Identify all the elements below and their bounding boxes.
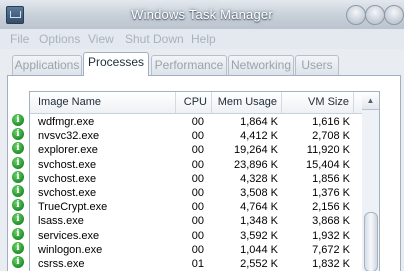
cell-mem: 3,508 K — [240, 187, 278, 199]
cell-mem: 2,552 K — [240, 258, 278, 270]
scroll-up-button[interactable]: ▲ — [362, 92, 379, 110]
close-button[interactable] — [384, 5, 404, 25]
cell-cpu: 00 — [191, 116, 204, 128]
cell-name: wdfmgr.exe — [38, 116, 95, 128]
process-info-icon: i — [12, 185, 24, 197]
column-header-vm-size[interactable]: VM Size — [282, 92, 354, 113]
column-header-image-name[interactable]: Image Name — [30, 92, 176, 113]
cell-vm: 2,708 K — [312, 130, 350, 143]
process-info-icon: i — [12, 213, 24, 226]
process-info-icon: i — [12, 241, 24, 254]
cell-vm: 1,856 K — [312, 172, 350, 185]
cell-name: explorer.exe — [38, 144, 98, 157]
cell-mem: 4,328 K — [240, 172, 278, 185]
process-list[interactable]: Image Name CPU Mem Usage VM Size wdfmgr.… — [29, 91, 364, 271]
cell-name: svchost.exe — [38, 172, 97, 185]
column-header-mem-usage[interactable]: Mem Usage — [212, 92, 282, 113]
table-row[interactable]: services.exe 00 3,592 K 1,932 K — [30, 229, 363, 243]
tab-applications[interactable]: Applications — [12, 55, 82, 75]
column-header-cpu[interactable]: CPU — [176, 92, 212, 113]
cell-cpu: 00 — [191, 158, 204, 171]
process-info-icon: i — [12, 128, 24, 141]
menu-file[interactable]: File — [10, 32, 29, 46]
cell-mem: 1,348 K — [240, 215, 278, 228]
cell-cpu: 00 — [191, 130, 204, 143]
cell-name: csrss.exe — [38, 258, 85, 270]
process-info-icon: i — [12, 170, 24, 183]
title-bar[interactable]: Windows Task Manager — [0, 0, 404, 30]
cell-vm: 7,672 K — [312, 243, 350, 256]
table-row[interactable]: explorer.exe 00 19,264 K 11,920 K — [30, 143, 363, 157]
cell-cpu: 00 — [191, 144, 204, 157]
cell-mem: 23,896 K — [233, 158, 278, 171]
table-row[interactable]: nvsvc32.exe 00 4,412 K 2,708 K — [30, 129, 363, 143]
vertical-scrollbar[interactable]: ▲ — [362, 91, 380, 271]
cell-cpu: 00 — [191, 187, 204, 199]
tab-networking[interactable]: Networking — [228, 55, 294, 75]
table-row[interactable]: TrueCrypt.exe 00 4,764 K 2,156 K — [30, 200, 363, 214]
cell-cpu: 00 — [191, 229, 204, 242]
process-info-icon: i — [12, 256, 24, 268]
cell-name: lsass.exe — [38, 215, 84, 228]
cell-vm: 11,920 K — [306, 144, 350, 157]
cell-vm: 3,868 K — [312, 215, 350, 228]
table-row[interactable]: wdfmgr.exe 00 1,864 K 1,616 K — [30, 115, 363, 129]
menu-options[interactable]: Options — [39, 32, 80, 46]
cell-name: svchost.exe — [38, 158, 97, 171]
cell-mem: 3,592 K — [240, 229, 278, 242]
cell-vm: 1,616 K — [312, 116, 350, 128]
cell-cpu: 00 — [191, 243, 204, 256]
menu-help[interactable]: Help — [191, 32, 216, 46]
cell-cpu: 00 — [191, 215, 204, 228]
cell-name: TrueCrypt.exe — [38, 201, 108, 214]
process-info-icon: i — [12, 114, 24, 126]
table-row[interactable]: winlogon.exe 00 1,044 K 7,672 K — [30, 243, 363, 257]
cell-cpu: 00 — [191, 201, 204, 214]
cell-name: winlogon.exe — [38, 243, 103, 256]
cell-mem: 19,264 K — [233, 144, 278, 157]
cell-mem: 1,044 K — [240, 243, 278, 256]
cell-name: svchost.exe — [38, 187, 97, 199]
cell-vm: 15,404 K — [305, 158, 350, 171]
list-header: Image Name CPU Mem Usage VM Size — [30, 92, 363, 114]
cell-name: services.exe — [38, 229, 100, 242]
task-manager-window: Windows Task Manager File Options View S… — [0, 0, 404, 271]
cell-name: nvsvc32.exe — [38, 130, 100, 143]
cell-mem: 1,864 K — [240, 116, 278, 128]
table-row[interactable]: lsass.exe 00 1,348 K 3,868 K — [30, 214, 363, 228]
cell-mem: 4,764 K — [240, 201, 278, 214]
menu-shut-down[interactable]: Shut Down — [125, 32, 184, 46]
table-row[interactable]: svchost.exe 00 4,328 K 1,856 K — [30, 172, 363, 186]
process-info-icon: i — [12, 142, 24, 155]
cell-vm: 1,832 K — [312, 258, 350, 270]
minimize-button[interactable] — [346, 5, 366, 25]
maximize-button[interactable] — [365, 5, 385, 25]
table-row[interactable]: svchost.exe 00 23,896 K 15,404 K — [30, 158, 363, 172]
cell-mem: 4,412 K — [240, 130, 278, 143]
menu-view[interactable]: View — [88, 32, 114, 46]
process-info-icon: i — [12, 156, 24, 169]
menu-bar: File Options View Shut Down Help — [0, 29, 404, 49]
process-info-icon: i — [12, 227, 24, 240]
table-row[interactable]: svchost.exe 00 3,508 K 1,376 K — [30, 186, 363, 200]
window-title: Windows Task Manager — [131, 7, 273, 22]
cell-vm: 1,932 K — [312, 229, 350, 242]
process-info-icon: i — [12, 199, 24, 212]
cell-cpu: 01 — [191, 258, 204, 270]
table-row[interactable]: csrss.exe 01 2,552 K 1,832 K — [30, 257, 363, 271]
cell-cpu: 00 — [191, 172, 204, 185]
cell-vm: 1,376 K — [312, 187, 350, 199]
tab-users[interactable]: Users — [295, 55, 339, 75]
tab-processes[interactable]: Processes — [83, 52, 149, 76]
scroll-thumb[interactable] — [364, 212, 378, 271]
process-status-icons: iiiiiiiiiii — [8, 113, 28, 271]
tab-performance[interactable]: Performance — [151, 55, 227, 75]
cell-vm: 2,156 K — [312, 201, 350, 214]
